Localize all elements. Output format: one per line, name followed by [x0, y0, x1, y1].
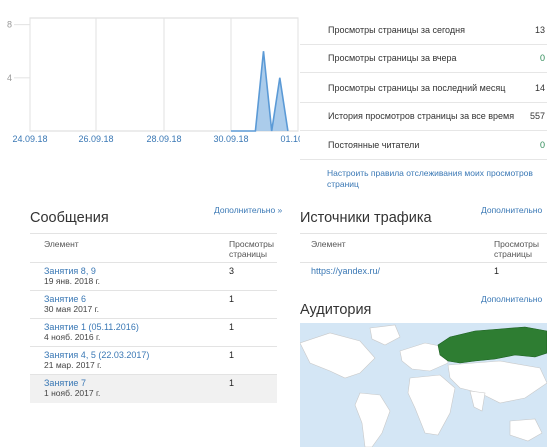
- post-date: 21 мар. 2017 г.: [44, 360, 102, 370]
- col-element: Элемент: [44, 239, 79, 249]
- pageviews-chart: 24.09.18 26.09.18 28.09.18 30.09.18 01.10.18…: [7, 17, 300, 144]
- y-tick-label: 8: [7, 20, 12, 30]
- stat-row: Постоянные читатели 0: [300, 131, 547, 160]
- col-views: Просмотры страницы: [494, 239, 539, 259]
- traffic-source-views: 1: [494, 266, 500, 276]
- stat-row: История просмотров страницы за все время…: [300, 102, 547, 131]
- post-title-link[interactable]: Занятие 7: [44, 378, 86, 388]
- col-element: Элемент: [311, 239, 346, 249]
- stat-label: История просмотров страницы за все время: [328, 111, 515, 121]
- post-date: 4 нояб. 2016 г.: [44, 332, 101, 342]
- x-tick-label: 28.09.18: [146, 134, 181, 144]
- tracking-settings-link[interactable]: Настроить правила отслеживания моих прос…: [327, 168, 542, 190]
- table-row: Занятия 8, 9 19 янв. 2018 г. 3: [30, 262, 277, 291]
- post-title-link[interactable]: Занятия 4, 5 (22.03.2017): [44, 350, 149, 360]
- post-title-link[interactable]: Занятие 6: [44, 294, 86, 304]
- post-views: 1: [229, 378, 235, 388]
- traffic-title: Источники трафика: [300, 210, 432, 226]
- table-row: Занятия 4, 5 (22.03.2017) 21 мар. 2017 г.…: [30, 346, 277, 375]
- table-row: Занятие 6 30 мая 2017 г. 1: [30, 290, 277, 319]
- stat-value: 14: [534, 83, 545, 93]
- post-views: 1: [229, 350, 235, 360]
- stat-label: Просмотры страницы за вчера: [328, 53, 457, 63]
- audience-world-map: [300, 323, 547, 447]
- post-date: 1 нояб. 2017 г.: [44, 388, 101, 398]
- stat-row: Просмотры страницы за сегодня 13: [300, 16, 547, 45]
- stat-row: Просмотры страницы за последний месяц 14: [300, 74, 547, 103]
- divider: [300, 262, 547, 263]
- messages-more-link[interactable]: Дополнительно »: [214, 205, 282, 215]
- table-row: Занятие 1 (05.11.2016) 4 нояб. 2016 г. 1: [30, 318, 277, 347]
- stat-label: Просмотры страницы за сегодня: [328, 25, 465, 35]
- x-tick-label: 01.10.18: [280, 134, 300, 144]
- stat-value: 13: [534, 25, 545, 35]
- post-date: 30 мая 2017 г.: [44, 304, 100, 314]
- stat-value: 557: [529, 111, 545, 121]
- divider: [30, 233, 277, 234]
- post-views: 1: [229, 294, 235, 304]
- x-tick-label: 24.09.18: [12, 134, 47, 144]
- stat-value: 0: [539, 53, 545, 63]
- divider: [300, 233, 547, 234]
- post-date: 19 янв. 2018 г.: [44, 276, 101, 286]
- messages-title: Сообщения: [30, 210, 109, 226]
- stat-label: Просмотры страницы за последний месяц: [328, 83, 506, 93]
- col-views: Просмотры страницы: [229, 239, 274, 259]
- post-title-link[interactable]: Занятие 1 (05.11.2016): [44, 322, 139, 332]
- audience-title: Аудитория: [300, 302, 372, 318]
- y-tick-label: 4: [7, 73, 12, 83]
- stat-value: 0: [539, 140, 545, 150]
- stat-label: Постоянные читатели: [328, 140, 420, 150]
- post-title-link[interactable]: Занятия 8, 9: [44, 266, 96, 276]
- table-row: Занятие 71 нояб. 2017 г. 1: [30, 374, 277, 403]
- post-views: 3: [229, 266, 235, 276]
- audience-more-link[interactable]: Дополнительно: [481, 294, 542, 304]
- x-tick-label: 26.09.18: [78, 134, 113, 144]
- x-tick-label: 30.09.18: [213, 134, 248, 144]
- stat-row: Просмотры страницы за вчера 0: [300, 44, 547, 73]
- traffic-more-link[interactable]: Дополнительно: [481, 205, 542, 215]
- traffic-source-link[interactable]: https://yandex.ru/: [311, 266, 380, 276]
- post-views: 1: [229, 322, 235, 332]
